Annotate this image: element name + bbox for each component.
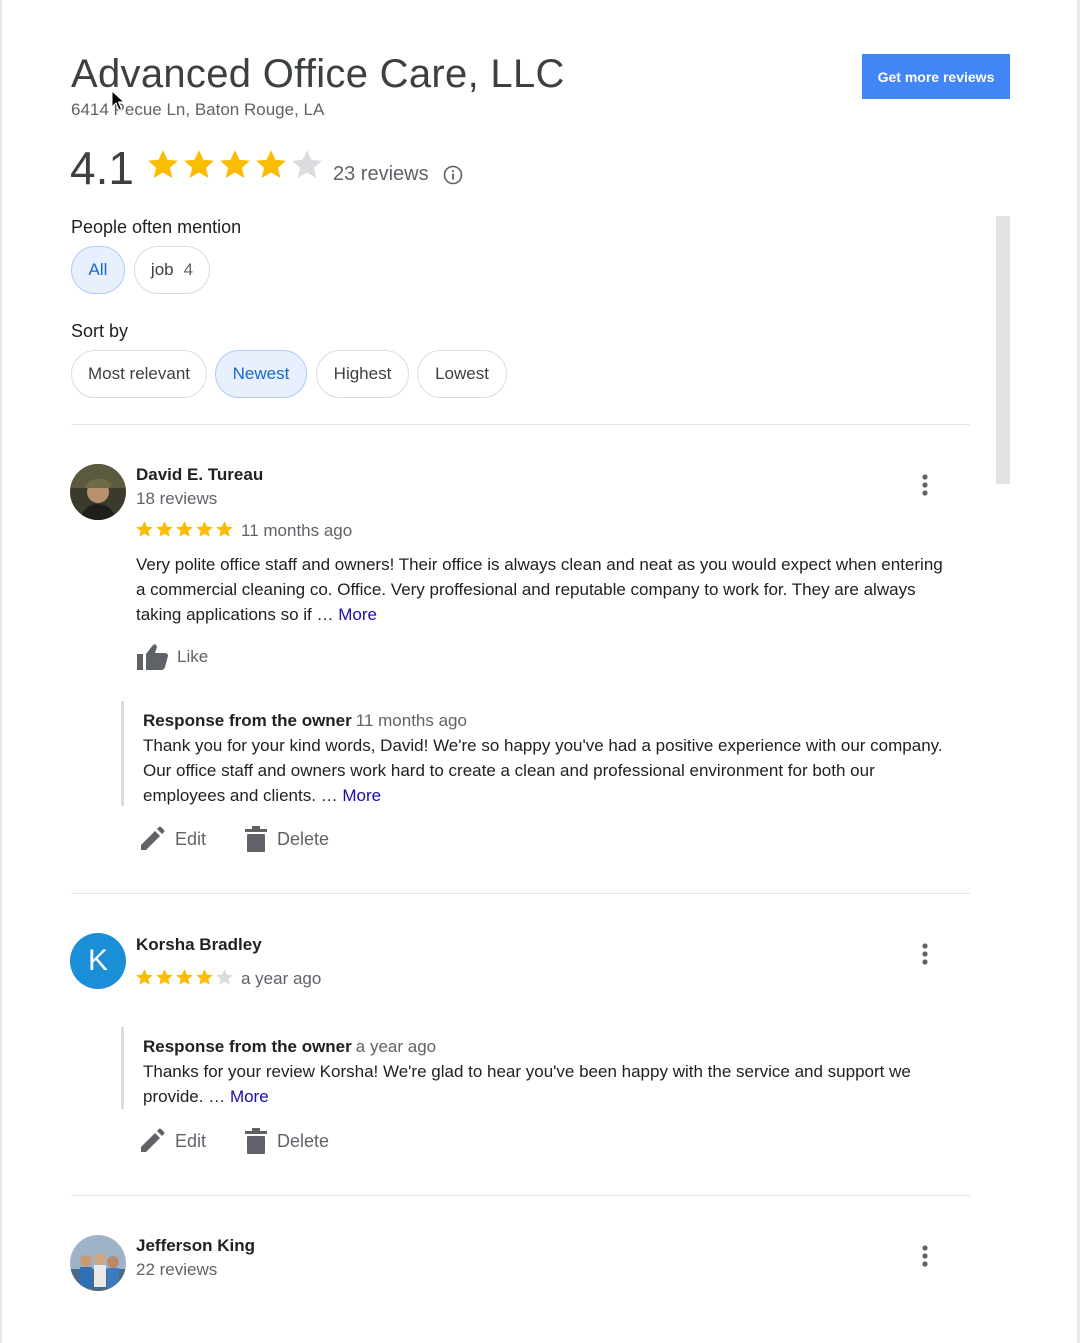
delete-response-button[interactable]: Delete — [245, 1128, 329, 1154]
divider — [71, 424, 970, 425]
edit-label: Edit — [175, 828, 207, 849]
pencil-icon — [141, 1128, 165, 1152]
star-filled-icon — [196, 969, 213, 985]
sort-option-label: Newest — [232, 364, 290, 383]
sort-label: Sort by — [71, 321, 129, 341]
response-bar — [121, 1027, 124, 1109]
like-button[interactable]: Like — [136, 643, 208, 671]
owner-response-header: Response from the owner a year ago — [143, 1037, 436, 1057]
scrollbar-thumb[interactable] — [996, 216, 1010, 484]
sort-option-label: Highest — [333, 364, 392, 383]
reviewer-review-count: 18 reviews — [136, 489, 218, 508]
review-text: Very polite office staff and owners! The… — [136, 552, 956, 627]
owner-response-text: Thanks for your review Korsha! We're gla… — [143, 1059, 953, 1109]
trash-icon — [245, 1128, 267, 1154]
delete-label: Delete — [277, 1130, 330, 1151]
star-filled-icon — [184, 150, 214, 179]
review-text-content: Very polite office staff and owners! The… — [136, 555, 943, 624]
mention-chip-job[interactable]: job 4 — [134, 246, 210, 294]
reviewer-avatar[interactable] — [70, 1235, 126, 1291]
star-filled-icon — [148, 150, 178, 179]
trash-icon — [245, 826, 267, 852]
avatar-photo-icon — [70, 464, 126, 520]
sort-option-label: Most relevant — [87, 364, 191, 383]
star-filled-icon — [156, 521, 173, 537]
sort-newest[interactable]: Newest — [215, 350, 307, 398]
more-link[interactable]: More — [338, 605, 377, 624]
star-empty-icon — [292, 150, 322, 179]
average-rating-stars — [146, 148, 324, 182]
reviewer-review-count: 22 reviews — [136, 1260, 218, 1279]
more-options-icon[interactable] — [915, 1242, 935, 1270]
divider — [71, 893, 970, 894]
reviewer-name[interactable]: Jefferson King — [136, 1236, 255, 1256]
mention-chip-count: 4 — [183, 260, 194, 279]
like-label: Like — [177, 647, 209, 666]
response-bar — [121, 701, 124, 806]
mention-chip-label: job — [150, 260, 174, 279]
owner-response-text: Thank you for your kind words, David! We… — [143, 733, 953, 808]
thumbs-up-icon — [137, 644, 168, 670]
mention-chip-label: All — [88, 260, 108, 279]
sort-option-label: Lowest — [435, 364, 489, 383]
review-count: 23 reviews — [333, 163, 429, 185]
average-rating: 4.1 — [70, 142, 134, 194]
star-filled-icon — [256, 150, 286, 179]
sort-highest[interactable]: Highest — [316, 350, 409, 398]
edit-response-button[interactable]: Edit — [139, 1128, 206, 1154]
star-filled-icon — [176, 969, 193, 985]
more-options-icon[interactable] — [915, 940, 935, 968]
delete-label: Delete — [277, 828, 330, 849]
more-options-icon[interactable] — [915, 471, 935, 499]
owner-response-time: 11 months ago — [355, 711, 467, 730]
reviewer-name[interactable]: David E. Tureau — [136, 465, 263, 485]
review-time: a year ago — [241, 969, 322, 988]
edit-label: Edit — [175, 1130, 207, 1151]
info-icon[interactable] — [443, 165, 463, 185]
mention-chip-all[interactable]: All — [71, 246, 125, 294]
window-left-edge — [0, 0, 2, 1343]
owner-response-label: Response from the owner — [143, 1037, 352, 1056]
edit-response-button[interactable]: Edit — [139, 826, 206, 852]
star-filled-icon — [176, 521, 193, 537]
get-more-reviews-button[interactable]: Get more reviews — [862, 54, 1010, 99]
pencil-icon — [141, 826, 165, 850]
more-link[interactable]: More — [342, 786, 381, 805]
divider — [71, 1195, 970, 1196]
owner-response-time: a year ago — [355, 1037, 437, 1056]
mentions-label: People often mention — [71, 217, 242, 237]
sort-most-relevant[interactable]: Most relevant — [71, 350, 207, 398]
star-filled-icon — [136, 969, 153, 985]
owner-response-content: Thank you for your kind words, David! We… — [143, 736, 943, 805]
star-filled-icon — [136, 521, 153, 537]
avatar-photo-icon — [70, 1235, 126, 1291]
business-name: Advanced Office Care, LLC — [71, 52, 565, 96]
reviewer-avatar[interactable] — [70, 464, 126, 520]
review-stars — [135, 968, 234, 987]
business-address: 6414 Pecue Ln, Baton Rouge, LA — [71, 100, 325, 119]
delete-response-button[interactable]: Delete — [245, 826, 329, 852]
mouse-cursor-icon — [111, 90, 125, 111]
reviewer-avatar[interactable]: K — [70, 933, 126, 989]
star-filled-icon — [216, 521, 233, 537]
owner-response-header: Response from the owner 11 months ago — [143, 711, 467, 731]
owner-response-label: Response from the owner — [143, 711, 352, 730]
reviewer-name[interactable]: Korsha Bradley — [136, 935, 262, 955]
more-link[interactable]: More — [230, 1087, 269, 1106]
star-filled-icon — [196, 521, 213, 537]
sort-lowest[interactable]: Lowest — [417, 350, 507, 398]
review-stars — [135, 520, 234, 539]
star-empty-icon — [216, 969, 233, 985]
star-filled-icon — [156, 969, 173, 985]
review-time: 11 months ago — [241, 521, 353, 540]
star-filled-icon — [220, 150, 250, 179]
